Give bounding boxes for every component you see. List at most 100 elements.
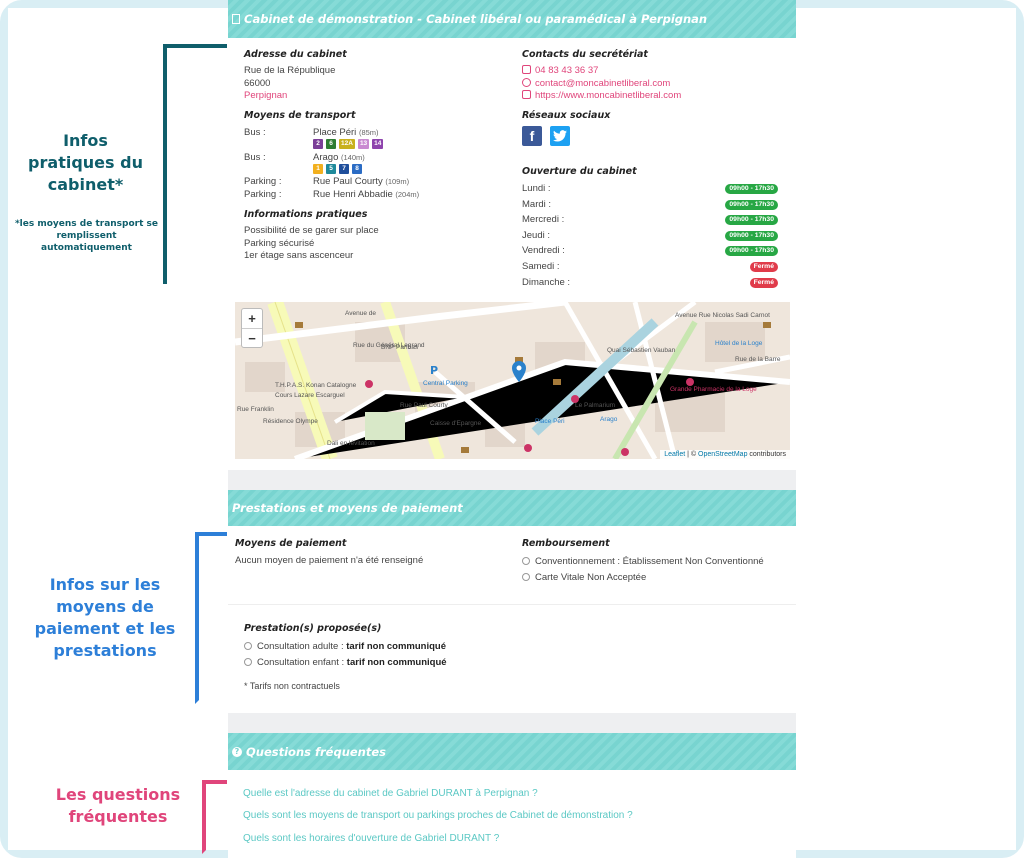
service-item: Consultation adulte : tarif non communiq… xyxy=(244,641,446,652)
stop-name: Arago xyxy=(313,152,339,163)
payment-methods-text: Aucun moyen de paiement n'a été renseign… xyxy=(235,555,424,566)
address-zip: 66000 xyxy=(244,78,271,89)
contact-email[interactable]: contact@moncabinetliberal.com xyxy=(522,78,670,89)
map-label: Dali en lévitation xyxy=(327,440,375,447)
map-label: Cours Lazare Escarguel xyxy=(275,392,345,399)
website-text: https://www.moncabinetliberal.com xyxy=(535,90,682,101)
hours-row: Lundi : 09h00 - 17h30 xyxy=(522,181,778,197)
twitter-bird-icon xyxy=(553,130,567,142)
stop-distance: (85m) xyxy=(358,128,379,137)
bus-line-badge: 8 xyxy=(352,164,362,174)
faq-question[interactable]: Quels sont les moyens de transport ou pa… xyxy=(243,810,633,821)
faq-question[interactable]: Quels sont les horaires d'ouverture de G… xyxy=(243,833,499,844)
stop-name: Place Péri xyxy=(313,127,357,138)
refund-line: Conventionnement : Établissement Non Con… xyxy=(522,556,764,567)
transport-stop: Rue Henri Abbadie (204m) xyxy=(313,189,419,200)
stop-name: Rue Paul Courty xyxy=(313,176,383,187)
hours-row: Vendredi : 09h00 - 17h30 xyxy=(522,243,778,259)
service-label: Consultation adulte : xyxy=(257,641,344,652)
bus-lines-arago: 1 5 7 8 xyxy=(313,164,362,174)
faq-bracket xyxy=(202,780,227,854)
leaflet-link[interactable]: Leaflet xyxy=(664,451,685,458)
section-gap xyxy=(228,713,796,733)
hours-row: Mercredi : 09h00 - 17h30 xyxy=(522,212,778,228)
map-label: Caisse d'Epargne xyxy=(430,420,482,427)
day-label: Vendredi : xyxy=(522,245,565,256)
practical-bracket xyxy=(163,44,227,284)
service-price: tarif non communiqué xyxy=(346,657,447,668)
map-label: Rue de la Barre xyxy=(735,356,781,363)
bus-lines-peri: 2 6 12A 13 14 xyxy=(313,139,384,149)
payment-methods-heading: Moyens de paiement xyxy=(235,538,347,549)
services-heading: Prestation(s) proposée(s) xyxy=(244,623,382,634)
day-label: Jeudi : xyxy=(522,230,550,241)
twitter-icon[interactable] xyxy=(550,126,570,146)
cabinet-title: Cabinet de démonstration - Cabinet libér… xyxy=(244,12,708,26)
circle-icon xyxy=(522,573,530,581)
day-label: Lundi : xyxy=(522,183,551,194)
map-attribution: Leaflet | © OpenStreetMap contributors xyxy=(660,450,790,459)
address-street: Rue de la République xyxy=(244,65,336,76)
map-label: Avenue de xyxy=(345,310,376,317)
practical-line: 1er étage sans ascenceur xyxy=(244,250,354,261)
practical-annotation-note: *les moyens de transport se remplissent … xyxy=(14,219,159,253)
map-label: T.H.P.A.S. Konan Catalogne xyxy=(275,382,357,389)
hours-heading: Ouverture du cabinet xyxy=(522,166,637,177)
service-label: Consultation enfant : xyxy=(257,657,345,668)
closed-badge: Fermé xyxy=(749,278,778,288)
osm-link[interactable]: OpenStreetMap xyxy=(698,451,747,458)
payment-annotation: Infos sur les moyens de paiement et les … xyxy=(34,575,176,660)
map-label: Place Péri xyxy=(535,418,565,425)
zoom-controls: + − xyxy=(241,308,263,348)
hours-row: Mardi : 09h00 - 17h30 xyxy=(522,197,778,213)
phone-text: 04 83 43 36 37 xyxy=(535,65,599,76)
practical-line: Possibilité de se garer sur place xyxy=(244,225,379,236)
zoom-out-button[interactable]: − xyxy=(242,328,262,347)
faq-question[interactable]: Quelle est l'adresse du cabinet de Gabri… xyxy=(243,788,538,799)
payment-title: Prestations et moyens de paiement xyxy=(232,501,463,515)
transport-type: Parking : xyxy=(244,176,282,187)
email-text: contact@moncabinetliberal.com xyxy=(535,78,671,89)
social-heading: Réseaux sociaux xyxy=(522,110,611,121)
hours-row: Dimanche : Fermé xyxy=(522,275,778,291)
day-label: Samedi : xyxy=(522,261,560,272)
practical-list: Possibilité de se garer sur place Parkin… xyxy=(244,225,379,263)
stop-distance: (140m) xyxy=(341,153,365,162)
bus-line-badge: 2 xyxy=(313,139,323,149)
transport-type: Bus : xyxy=(244,127,266,138)
payment-bracket xyxy=(195,532,227,704)
facebook-icon[interactable]: f xyxy=(522,126,542,146)
refund-heading: Remboursement xyxy=(522,538,610,549)
location-map[interactable]: P Avenue de Rue du Général Legrand Cours… xyxy=(235,302,790,459)
attribution-sep: | © xyxy=(685,451,699,458)
map-label: Avenue Rue Nicolas Sadi Carnot xyxy=(675,312,770,319)
faq-header: ? Questions fréquentes xyxy=(228,733,796,770)
service-price: tarif non communiqué xyxy=(346,641,447,652)
contact-phone[interactable]: 04 83 43 36 37 xyxy=(522,65,598,76)
day-label: Mardi : xyxy=(522,199,552,210)
refund-line: Carte Vitale Non Acceptée xyxy=(522,572,646,583)
faq-annotation: Les questions fréquentes xyxy=(55,785,181,826)
attribution-tail: contributors xyxy=(747,451,786,458)
service-item: Consultation enfant : tarif non communiq… xyxy=(244,657,447,668)
external-link-icon xyxy=(522,90,531,99)
practical-annotation: Infos pratiques du cabinet* xyxy=(28,131,143,194)
map-label: Rue Paul Courty xyxy=(400,402,448,409)
bus-line-badge: 5 xyxy=(326,164,336,174)
refund-text: Conventionnement : Établissement Non Con… xyxy=(535,556,764,567)
contact-website[interactable]: https://www.moncabinetliberal.com xyxy=(522,90,681,101)
question-icon: ? xyxy=(232,746,242,757)
practical-heading: Informations pratiques xyxy=(244,209,368,220)
circle-icon xyxy=(244,658,252,666)
cabinet-card: Cabinet de démonstration - Cabinet libér… xyxy=(228,0,796,858)
address-city[interactable]: Perpignan xyxy=(244,90,287,101)
closed-badge: Fermé xyxy=(749,262,778,272)
map-label: Le Palmarium xyxy=(575,402,616,409)
zoom-in-button[interactable]: + xyxy=(242,309,262,328)
hours-badge: 09h00 - 17h30 xyxy=(725,231,778,241)
bus-line-badge: 1 xyxy=(313,164,323,174)
map-label: Arago xyxy=(600,416,618,423)
at-icon xyxy=(522,78,531,87)
transport-stop: Place Péri (85m) xyxy=(313,127,379,138)
transport-heading: Moyens de transport xyxy=(244,110,356,121)
